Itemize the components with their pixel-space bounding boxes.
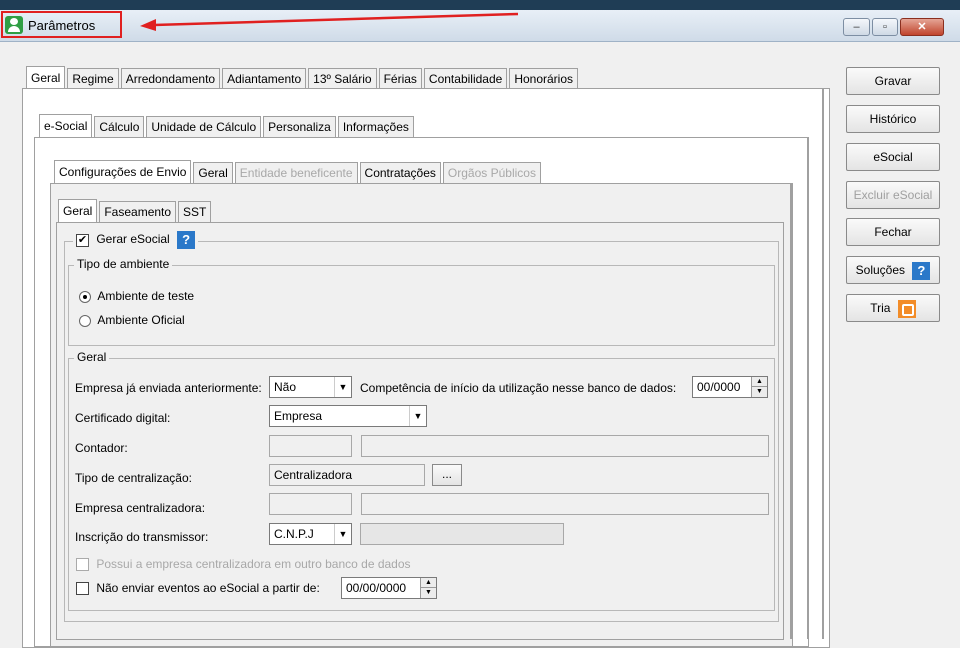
tab-calculo[interactable]: Cálculo xyxy=(94,116,145,138)
tab-ferias[interactable]: Férias xyxy=(378,68,422,90)
geral-legend: Geral xyxy=(74,350,110,364)
main-tabs: Geral Regime Arredondamento Adiantamento… xyxy=(26,65,580,91)
close-button[interactable]: ✕ xyxy=(900,18,944,36)
spin-down-icon[interactable]: ▼ xyxy=(421,588,436,598)
dropdown-arrow-icon[interactable]: ▼ xyxy=(409,406,426,426)
possui-empresa-option[interactable]: Possui a empresa centralizadora em outro… xyxy=(76,557,411,572)
empresa-enviada-label: Empresa já enviada anteriormente: xyxy=(75,381,262,395)
tab-honorarios[interactable]: Honorários xyxy=(509,68,579,90)
certificado-value: Empresa xyxy=(274,409,323,423)
possui-empresa-label: Possui a empresa centralizadora em outro… xyxy=(96,557,411,571)
help-icon[interactable]: ? xyxy=(177,231,196,249)
tab-arredondamento[interactable]: Arredondamento xyxy=(120,68,221,90)
tab-geral-envio[interactable]: Geral xyxy=(193,162,233,184)
dropdown-arrow-icon[interactable]: ▼ xyxy=(334,377,351,397)
spin-down-icon[interactable]: ▼ xyxy=(752,387,767,397)
gerar-esocial-checkbox[interactable]: ✔ xyxy=(76,233,89,247)
empresa-centralizadora-label: Empresa centralizadora: xyxy=(75,501,206,515)
tab-unidade-calculo[interactable]: Unidade de Cálculo xyxy=(146,116,262,138)
empresa-enviada-value: Não xyxy=(274,380,297,394)
inscricao-number-field[interactable] xyxy=(360,523,564,545)
tab-contratacoes[interactable]: Contratações xyxy=(359,162,441,184)
empresa-centralizadora-name-field[interactable] xyxy=(361,493,769,515)
gerar-esocial-legend: ✔ Gerar eSocial ? xyxy=(73,231,199,249)
tipo-centralizacao-browse-button[interactable]: ... xyxy=(432,464,462,486)
empresa-centralizadora-code-field[interactable] xyxy=(269,493,352,515)
tab-adiantamento[interactable]: Adiantamento xyxy=(222,68,307,90)
tab-contabilidade[interactable]: Contabilidade xyxy=(423,68,508,90)
tab-regime[interactable]: Regime xyxy=(67,68,119,90)
solucoes-button[interactable]: Soluções ? xyxy=(846,256,940,284)
tab-13-salario[interactable]: 13º Salário xyxy=(308,68,377,90)
excluir-esocial-button[interactable]: Excluir eSocial xyxy=(846,181,940,209)
tria-orange-icon xyxy=(897,299,916,318)
tipo-centralizacao-field[interactable]: Centralizadora xyxy=(269,464,425,486)
spin-up-icon[interactable]: ▲ xyxy=(752,377,767,387)
ambiente-teste-label: Ambiente de teste xyxy=(97,289,195,303)
contador-label: Contador: xyxy=(75,441,128,455)
tipo-ambiente-group xyxy=(68,265,775,346)
tab-esocial[interactable]: e-Social xyxy=(39,114,93,139)
inscricao-label: Inscrição do transmissor: xyxy=(75,530,209,544)
tab-geral-sub[interactable]: Geral xyxy=(58,199,98,224)
maximize-button[interactable]: ▫ xyxy=(872,18,898,36)
radio-ambiente-oficial[interactable]: Ambiente Oficial xyxy=(79,313,185,327)
nao-enviar-label: Não enviar eventos ao eSocial a partir d… xyxy=(96,581,320,595)
gravar-button[interactable]: Gravar xyxy=(846,67,940,95)
competencia-input[interactable]: 00/0000 ▲ ▼ xyxy=(692,376,768,398)
nao-enviar-date-input[interactable]: 00/00/0000 ▲ ▼ xyxy=(341,577,437,599)
minimize-button[interactable]: – xyxy=(843,18,870,36)
tab-configuracoes-envio[interactable]: Configurações de Envio xyxy=(54,160,192,185)
panel-edge xyxy=(790,183,792,639)
spin-up-icon[interactable]: ▲ xyxy=(421,578,436,588)
tipo-centralizacao-label: Tipo de centralização: xyxy=(75,471,192,485)
third-tabs: Configurações de Envio Geral Entidade be… xyxy=(54,159,543,185)
fourth-tabs: Geral Faseamento SST xyxy=(58,198,213,224)
competencia-value: 00/0000 xyxy=(697,380,741,394)
tria-label: Tria xyxy=(870,301,891,315)
screen-top-strip xyxy=(0,0,960,10)
close-icon: ✕ xyxy=(917,21,927,33)
certificado-select[interactable]: Empresa ▼ xyxy=(269,405,427,427)
ambiente-oficial-label: Ambiente Oficial xyxy=(97,313,185,327)
tab-informacoes[interactable]: Informações xyxy=(337,116,414,138)
contador-code-field[interactable] xyxy=(269,435,352,457)
tab-orgaos-publicos[interactable]: Orgãos Públicos xyxy=(442,162,541,184)
empresa-enviada-select[interactable]: Não ▼ xyxy=(269,376,352,398)
inscricao-type-value: C.N.P.J xyxy=(274,527,314,541)
tab-faseamento[interactable]: Faseamento xyxy=(99,201,177,223)
second-tabs: e-Social Cálculo Unidade de Cálculo Pers… xyxy=(39,113,416,139)
tab-personaliza[interactable]: Personaliza xyxy=(263,116,336,138)
esocial-button[interactable]: eSocial xyxy=(846,143,940,171)
gerar-esocial-label: Gerar eSocial xyxy=(96,232,170,247)
possui-empresa-checkbox[interactable] xyxy=(76,558,89,572)
certificado-label: Certificado digital: xyxy=(75,411,171,425)
tab-sst[interactable]: SST xyxy=(178,201,212,223)
tipo-ambiente-legend: Tipo de ambiente xyxy=(74,257,173,271)
historico-button[interactable]: Histórico xyxy=(846,105,940,133)
maximize-icon: ▫ xyxy=(883,21,887,33)
dropdown-arrow-icon[interactable]: ▼ xyxy=(334,524,351,544)
competencia-label: Competência de início da utilização ness… xyxy=(360,381,677,395)
radio-teste-button[interactable] xyxy=(79,290,91,303)
title-highlight-box xyxy=(1,11,122,38)
date-spinner[interactable]: ▲ ▼ xyxy=(420,578,436,598)
nao-enviar-option[interactable]: Não enviar eventos ao eSocial a partir d… xyxy=(76,581,320,596)
panel-edge xyxy=(822,88,824,639)
solucoes-label: Soluções xyxy=(855,263,906,277)
tab-entidade-beneficente[interactable]: Entidade beneficente xyxy=(234,162,358,184)
panel-edge xyxy=(807,137,809,639)
nao-enviar-date-value: 00/00/0000 xyxy=(346,581,407,595)
minimize-icon: – xyxy=(853,21,860,33)
inscricao-type-select[interactable]: C.N.P.J ▼ xyxy=(269,523,352,545)
annotation-arrow-icon xyxy=(140,12,519,31)
radio-oficial-button[interactable] xyxy=(79,314,91,327)
tria-button[interactable]: Tria xyxy=(846,294,940,322)
help-icon: ? xyxy=(912,261,931,280)
contador-name-field[interactable] xyxy=(361,435,769,457)
competencia-spinner[interactable]: ▲ ▼ xyxy=(751,377,767,397)
nao-enviar-checkbox[interactable] xyxy=(76,582,89,596)
radio-ambiente-teste[interactable]: Ambiente de teste xyxy=(79,289,194,303)
fechar-button[interactable]: Fechar xyxy=(846,218,940,246)
